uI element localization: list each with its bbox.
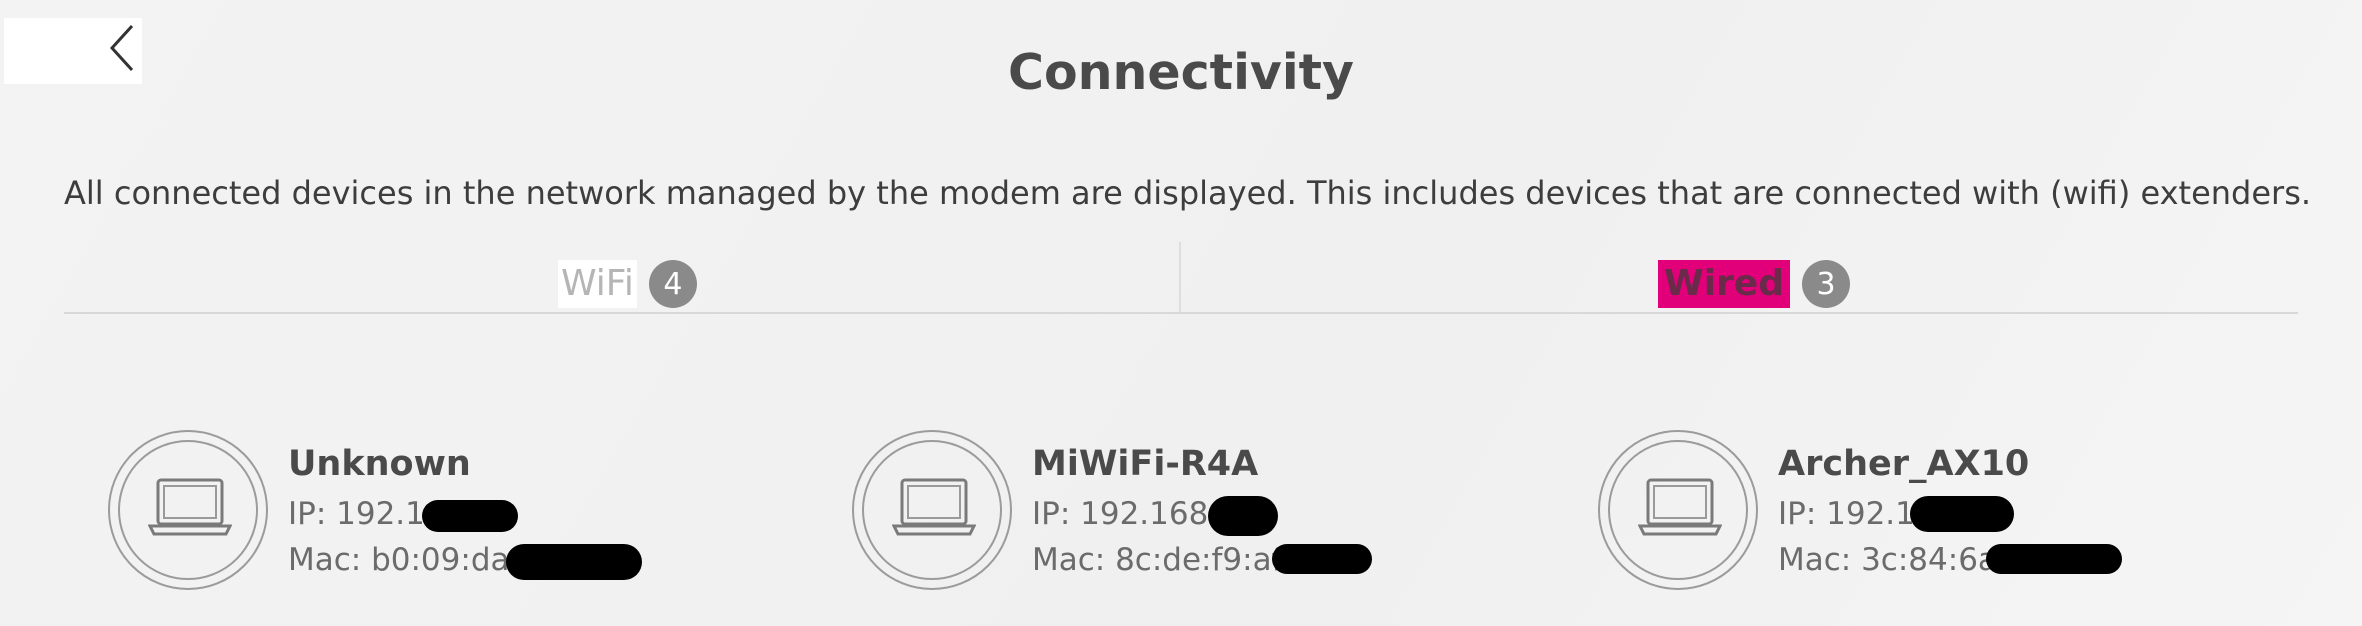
redaction — [506, 544, 642, 580]
redaction — [1208, 496, 1278, 536]
device-ip: IP: 192.168.1 — [1032, 496, 1238, 532]
tab-divider — [1179, 242, 1181, 314]
redaction — [422, 500, 518, 532]
device-name: MiWiFi-R4A — [1032, 444, 1259, 484]
redaction — [1910, 496, 2014, 532]
laptop-icon — [148, 478, 232, 536]
tab-wifi[interactable]: WiFi 4 — [558, 260, 697, 308]
tab-bar: WiFi 4 Wired 3 — [64, 242, 2298, 314]
tab-wired[interactable]: Wired 3 — [1658, 260, 1850, 308]
device-mac: Mac: b0:09:da: — [288, 542, 520, 578]
laptop-icon — [892, 478, 976, 536]
page-title: Connectivity — [1008, 44, 1354, 101]
redaction — [1986, 544, 2122, 574]
tab-wired-label: Wired — [1658, 260, 1790, 308]
tab-wifi-count-badge: 4 — [648, 260, 697, 308]
tab-baseline — [64, 312, 2298, 314]
device-mac: Mac: 3c:84:6a: — [1778, 542, 2008, 578]
device-name: Archer_AX10 — [1778, 444, 2030, 484]
device-avatar — [852, 430, 1012, 590]
page-description: All connected devices in the network man… — [64, 174, 2312, 212]
tab-wifi-label: WiFi — [558, 260, 637, 308]
device-avatar — [108, 430, 268, 590]
laptop-icon — [1638, 478, 1722, 536]
redaction — [1272, 544, 1372, 574]
device-avatar — [1598, 430, 1758, 590]
device-mac: Mac: 8c:de:f9:af — [1032, 542, 1283, 578]
tab-wired-count-badge: 3 — [1802, 260, 1850, 308]
device-name: Unknown — [288, 444, 471, 484]
